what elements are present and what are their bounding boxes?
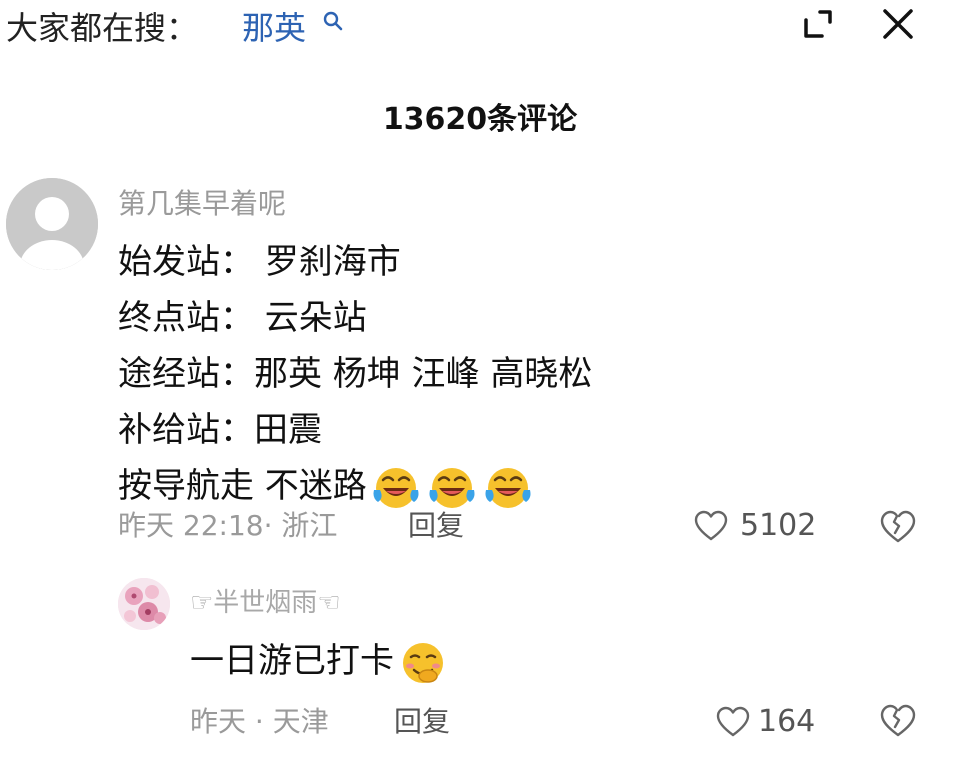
comment-line: 补给站：田震 <box>118 410 322 450</box>
comment-body: 始发站： 罗刹海市 终点站： 云朵站 途经站：那英 杨坤 汪峰 高晓松 补给站：… <box>118 234 818 514</box>
close-icon[interactable] <box>878 4 918 44</box>
comment-username[interactable]: 第几集早着呢 <box>118 186 286 222</box>
like-count: 5102 <box>740 508 817 543</box>
broken-heart-icon[interactable] <box>880 510 916 544</box>
heart-icon[interactable] <box>716 706 750 738</box>
default-avatar-icon <box>6 178 98 270</box>
reply-avatar[interactable] <box>118 578 170 630</box>
reply-text: 一日游已打卡 <box>190 641 394 681</box>
search-icon[interactable] <box>322 10 344 32</box>
reply-body: 一日游已打卡 <box>190 636 448 686</box>
laughing-crying-emoji-icon <box>373 467 419 508</box>
comment-line-text: 按导航走 不迷路 <box>118 466 367 506</box>
avatar[interactable] <box>6 178 98 270</box>
comment-line: 终点站： 云朵站 <box>118 298 367 338</box>
comment-meta: 昨天 22:18· 浙江 <box>118 509 338 542</box>
emoji-group <box>398 640 448 686</box>
pink-flower-avatar-icon <box>118 578 170 630</box>
shy-smile-emoji-icon <box>403 642 443 683</box>
reply-meta: 昨天 · 天津 <box>190 705 329 738</box>
comment-count-title: 13620条评论 <box>382 102 578 137</box>
like-count: 164 <box>758 704 816 739</box>
reply-button[interactable]: 回复 <box>394 702 450 742</box>
emoji-group <box>371 466 533 510</box>
expand-icon[interactable] <box>800 6 836 42</box>
search-prefix-label: 大家都在搜： <box>6 9 199 47</box>
heart-icon[interactable] <box>694 510 728 542</box>
search-term-link[interactable]: 那英 <box>242 8 306 48</box>
comment-line: 始发站： 罗刹海市 <box>118 242 401 282</box>
laughing-crying-emoji-icon <box>485 467 531 508</box>
laughing-crying-emoji-icon <box>429 467 475 508</box>
broken-heart-icon[interactable] <box>880 704 916 738</box>
comment-line: 途经站：那英 杨坤 汪峰 高晓松 <box>118 354 593 394</box>
reply-username[interactable]: ☞半世烟雨☜ <box>190 586 341 620</box>
reply-button[interactable]: 回复 <box>408 506 464 546</box>
